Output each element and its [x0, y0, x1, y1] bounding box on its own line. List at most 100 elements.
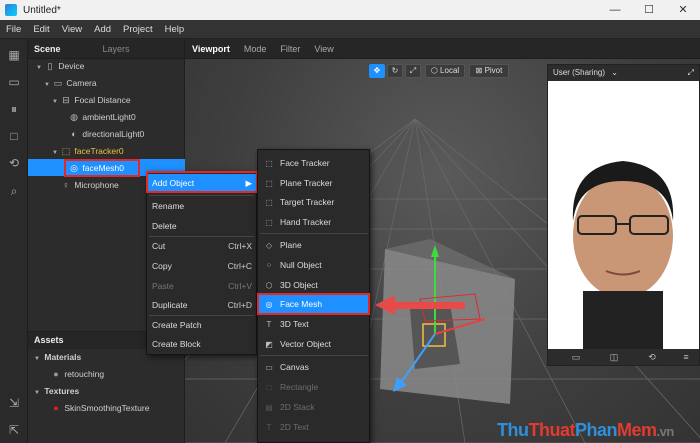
assets-group-textures[interactable]: ▼ Textures: [34, 383, 79, 399]
submenu-item-rectangle[interactable]: □ Rectangle: [258, 378, 370, 397]
caret-down-icon[interactable]: ▼: [34, 351, 42, 367]
submenu-item-label: Face Tracker: [280, 158, 330, 168]
menu-item-rename[interactable]: Rename: [147, 197, 256, 215]
preview-title[interactable]: User (Sharing): [553, 68, 605, 77]
focal-distance-icon: ⊟: [62, 95, 70, 105]
submenu-item-label: Plane Tracker: [280, 178, 333, 188]
menu-edit[interactable]: Edit: [27, 24, 55, 35]
menu-item-cut[interactable]: Cut Ctrl+X: [147, 237, 256, 255]
tree-item-ambient-light[interactable]: ◍ ambientLight0: [68, 109, 136, 125]
record-video-icon[interactable]: ▭: [570, 351, 582, 363]
caret-down-icon[interactable]: ▼: [52, 145, 60, 161]
screenshot-icon[interactable]: ◫: [608, 351, 620, 363]
submenu-item-plane[interactable]: ◇ Plane: [258, 236, 370, 255]
layout-icon[interactable]: ▦: [6, 48, 22, 62]
submenu-item-plane-tracker[interactable]: ⬚ Plane Tracker: [258, 174, 370, 193]
tab-layers[interactable]: Layers: [97, 44, 136, 54]
menu-item-paste[interactable]: Paste Ctrl+V: [147, 277, 256, 295]
patch-editor-icon[interactable]: ⏸: [6, 102, 22, 116]
submenu-item-canvas[interactable]: ▭ Canvas: [258, 358, 370, 377]
caret-down-icon[interactable]: ▼: [44, 77, 52, 93]
group-label: Materials: [44, 352, 82, 362]
plane-icon: ◇: [265, 241, 273, 250]
vector-object-icon: ◩: [265, 340, 273, 349]
tree-item-face-tracker[interactable]: ▼ ⬚ faceTracker0: [52, 143, 124, 159]
target-tracker-icon: ⬚: [265, 198, 273, 207]
video-icon[interactable]: ▭: [6, 75, 22, 89]
menu-separator: [149, 195, 254, 196]
submenu-item-3d-text[interactable]: T 3D Text: [258, 315, 370, 334]
tree-item-microphone[interactable]: ♀ Microphone: [52, 177, 119, 193]
tab-view[interactable]: View: [307, 44, 340, 54]
directional-light-icon: ◐: [71, 129, 77, 139]
menu-item-copy[interactable]: Copy Ctrl+C: [147, 257, 256, 275]
face-tracker-icon: ⬚: [265, 159, 273, 168]
scale-tool-button[interactable]: ⤢: [405, 64, 421, 78]
maximize-button[interactable]: ☐: [632, 0, 666, 20]
caret-down-icon[interactable]: ▼: [36, 60, 44, 76]
tab-scene[interactable]: Scene: [28, 44, 67, 54]
export-icon[interactable]: ⇱: [6, 423, 22, 437]
context-menu: Add Object ▶ Rename Delete Cut Ctrl+X Co…: [146, 171, 257, 355]
menu-view[interactable]: View: [56, 24, 88, 35]
camera-icon: ▭: [53, 78, 63, 88]
square-icon[interactable]: □: [6, 129, 22, 143]
menu-item-label: Rename: [152, 201, 185, 211]
submenu-item-hand-tracker[interactable]: ⬚ Hand Tracker: [258, 213, 370, 232]
minimize-button[interactable]: —: [598, 0, 632, 20]
menu-item-duplicate[interactable]: Duplicate Ctrl+D: [147, 296, 256, 314]
shortcut-label: Ctrl+V: [228, 281, 252, 291]
menu-file[interactable]: File: [0, 24, 27, 35]
pivot-toggle-button[interactable]: ⊠ Pivot: [469, 64, 509, 78]
submenu-item-label: Rectangle: [280, 382, 319, 392]
caret-down-icon[interactable]: ▼: [34, 385, 42, 401]
preview-panel: User (Sharing) ⌄ ⤢ ▭ ◫ ⟲ ≡: [547, 64, 700, 366]
asset-item-skin-texture[interactable]: ● SkinSmoothingTexture: [50, 400, 149, 416]
local-label: Local: [440, 66, 460, 75]
refresh-icon[interactable]: ⟲: [6, 156, 22, 170]
search-icon[interactable]: ⌕: [6, 184, 22, 198]
menu-icon[interactable]: ≡: [680, 351, 692, 363]
expand-icon[interactable]: ⤢: [688, 65, 694, 81]
menu-item-create-block[interactable]: Create Block: [147, 335, 256, 353]
close-button[interactable]: ✕: [666, 0, 700, 20]
import-icon[interactable]: ⇲: [6, 396, 22, 410]
red-arrow-shaft: [390, 302, 465, 309]
tree-item-device[interactable]: ▼ ▯ Device: [36, 58, 84, 74]
submenu-item-2d-text[interactable]: T 2D Text: [258, 418, 370, 437]
tree-item-directional-light[interactable]: ◐ directionalLight0: [68, 126, 144, 142]
local-toggle-button[interactable]: ⬡ Local: [425, 64, 465, 78]
submenu-item-label: Vector Object: [280, 339, 332, 349]
light-icon: ◍: [70, 112, 78, 122]
menu-project[interactable]: Project: [117, 24, 159, 35]
rotate-device-icon[interactable]: ⟲: [646, 351, 658, 363]
move-tool-button[interactable]: ✥: [369, 64, 385, 78]
submenu-item-face-tracker[interactable]: ⬚ Face Tracker: [258, 154, 370, 173]
menu-item-delete[interactable]: Delete: [147, 217, 256, 235]
tab-mode[interactable]: Mode: [237, 44, 274, 54]
chevron-down-icon[interactable]: ⌄: [611, 68, 618, 77]
submenu-item-vector-object[interactable]: ◩ Vector Object: [258, 335, 370, 354]
tab-viewport[interactable]: Viewport: [185, 44, 237, 54]
submenu-item-null-object[interactable]: ⁘ Null Object: [258, 256, 370, 275]
assets-group-materials[interactable]: ▼ Materials: [34, 349, 81, 365]
caret-down-icon[interactable]: ▼: [52, 94, 60, 110]
tree-item-focal-distance[interactable]: ▼ ⊟ Focal Distance: [52, 92, 131, 108]
rotate-tool-button[interactable]: ↻: [387, 64, 403, 78]
asset-item-retouching[interactable]: ● retouching: [50, 366, 104, 382]
menu-item-label: Paste: [152, 281, 174, 291]
menu-item-create-patch[interactable]: Create Patch: [147, 316, 256, 334]
submenu-item-target-tracker[interactable]: ⬚ Target Tracker: [258, 193, 370, 212]
menu-item-label: Create Block: [152, 339, 201, 349]
group-label: Textures: [44, 386, 80, 396]
cube-icon: ⬡: [430, 66, 438, 75]
menu-help[interactable]: Help: [159, 24, 191, 35]
tree-item-camera[interactable]: ▼ ▭ Camera: [44, 75, 97, 91]
tree-item-label: Microphone: [74, 180, 119, 190]
menu-add[interactable]: Add: [88, 24, 117, 35]
hand-tracker-icon: ⬚: [265, 218, 273, 227]
rectangle-icon: □: [266, 383, 272, 392]
tab-filter[interactable]: Filter: [273, 44, 307, 54]
submenu-item-2d-stack[interactable]: ▤ 2D Stack: [258, 398, 370, 417]
pivot-label: Pivot: [484, 66, 503, 75]
